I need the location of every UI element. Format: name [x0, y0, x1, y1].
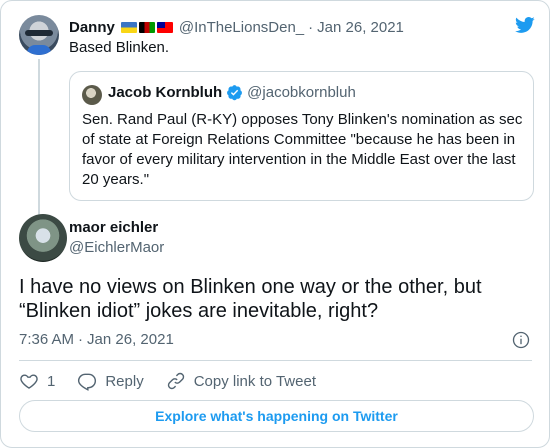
quoted-tweet-text: Sen. Rand Paul (R-KY) opposes Tony Blink… — [82, 111, 523, 188]
copy-link-label: Copy link to Tweet — [193, 372, 316, 390]
thread-connector-line — [38, 59, 40, 215]
afghanistan-flag-icon — [138, 21, 155, 33]
action-bar: 1 Reply Copy link to Tweet — [19, 369, 338, 393]
verified-badge-icon — [227, 85, 243, 101]
info-icon[interactable] — [511, 330, 531, 350]
tweet-date[interactable]: Jan 26, 2021 — [87, 331, 174, 348]
author-name[interactable]: Danny — [69, 19, 115, 36]
copy-link-button[interactable]: Copy link to Tweet — [166, 371, 316, 391]
quoted-author-handle: @jacobkornbluh — [247, 84, 356, 101]
link-icon — [167, 372, 184, 390]
divider — [19, 360, 532, 361]
separator-dot: · — [308, 18, 314, 36]
taiwan-flag-icon — [156, 21, 173, 33]
main-tweet-text: I have no views on Blinken one way or th… — [19, 276, 482, 322]
avatar[interactable] — [19, 15, 59, 55]
separator-dot: · — [78, 331, 84, 348]
reply-icon — [78, 373, 97, 391]
tweet-time[interactable]: 7:36 AM — [19, 331, 74, 348]
heart-icon — [20, 374, 38, 389]
twitter-bird-icon[interactable] — [513, 15, 537, 35]
parent-tweet-header: Danny @InTheLionsDen_ · Jan 26, 2021 — [69, 17, 404, 37]
tweet-date[interactable]: Jan 26, 2021 — [317, 19, 404, 36]
author-handle[interactable]: @InTheLionsDen_ — [179, 19, 304, 36]
flag-emojis — [120, 21, 173, 33]
quoted-tweet[interactable]: Jacob Kornbluh @jacobkornbluh Sen. Rand … — [69, 71, 534, 201]
parent-tweet-text: Based Blinken. — [69, 39, 170, 56]
reply-button[interactable]: Reply — [77, 371, 144, 391]
explore-twitter-button[interactable]: Explore what's happening on Twitter — [19, 400, 534, 432]
reply-label: Reply — [105, 372, 144, 390]
quoted-avatar — [82, 85, 102, 105]
avatar[interactable] — [19, 214, 67, 262]
quoted-author-name: Jacob Kornbluh — [108, 84, 223, 101]
tweet-embed-card: Danny @InTheLionsDen_ · Jan 26, 2021 Bas… — [0, 0, 550, 448]
like-count: 1 — [47, 372, 56, 390]
quoted-tweet-header: Jacob Kornbluh @jacobkornbluh — [108, 84, 356, 101]
author-handle[interactable]: @EichlerMaor — [69, 239, 164, 256]
like-button[interactable]: 1 — [19, 371, 55, 391]
ukraine-flag-icon — [120, 21, 137, 33]
author-name[interactable]: maor eichler — [69, 219, 158, 236]
tweet-timestamp[interactable]: 7:36 AM · Jan 26, 2021 — [19, 331, 174, 348]
